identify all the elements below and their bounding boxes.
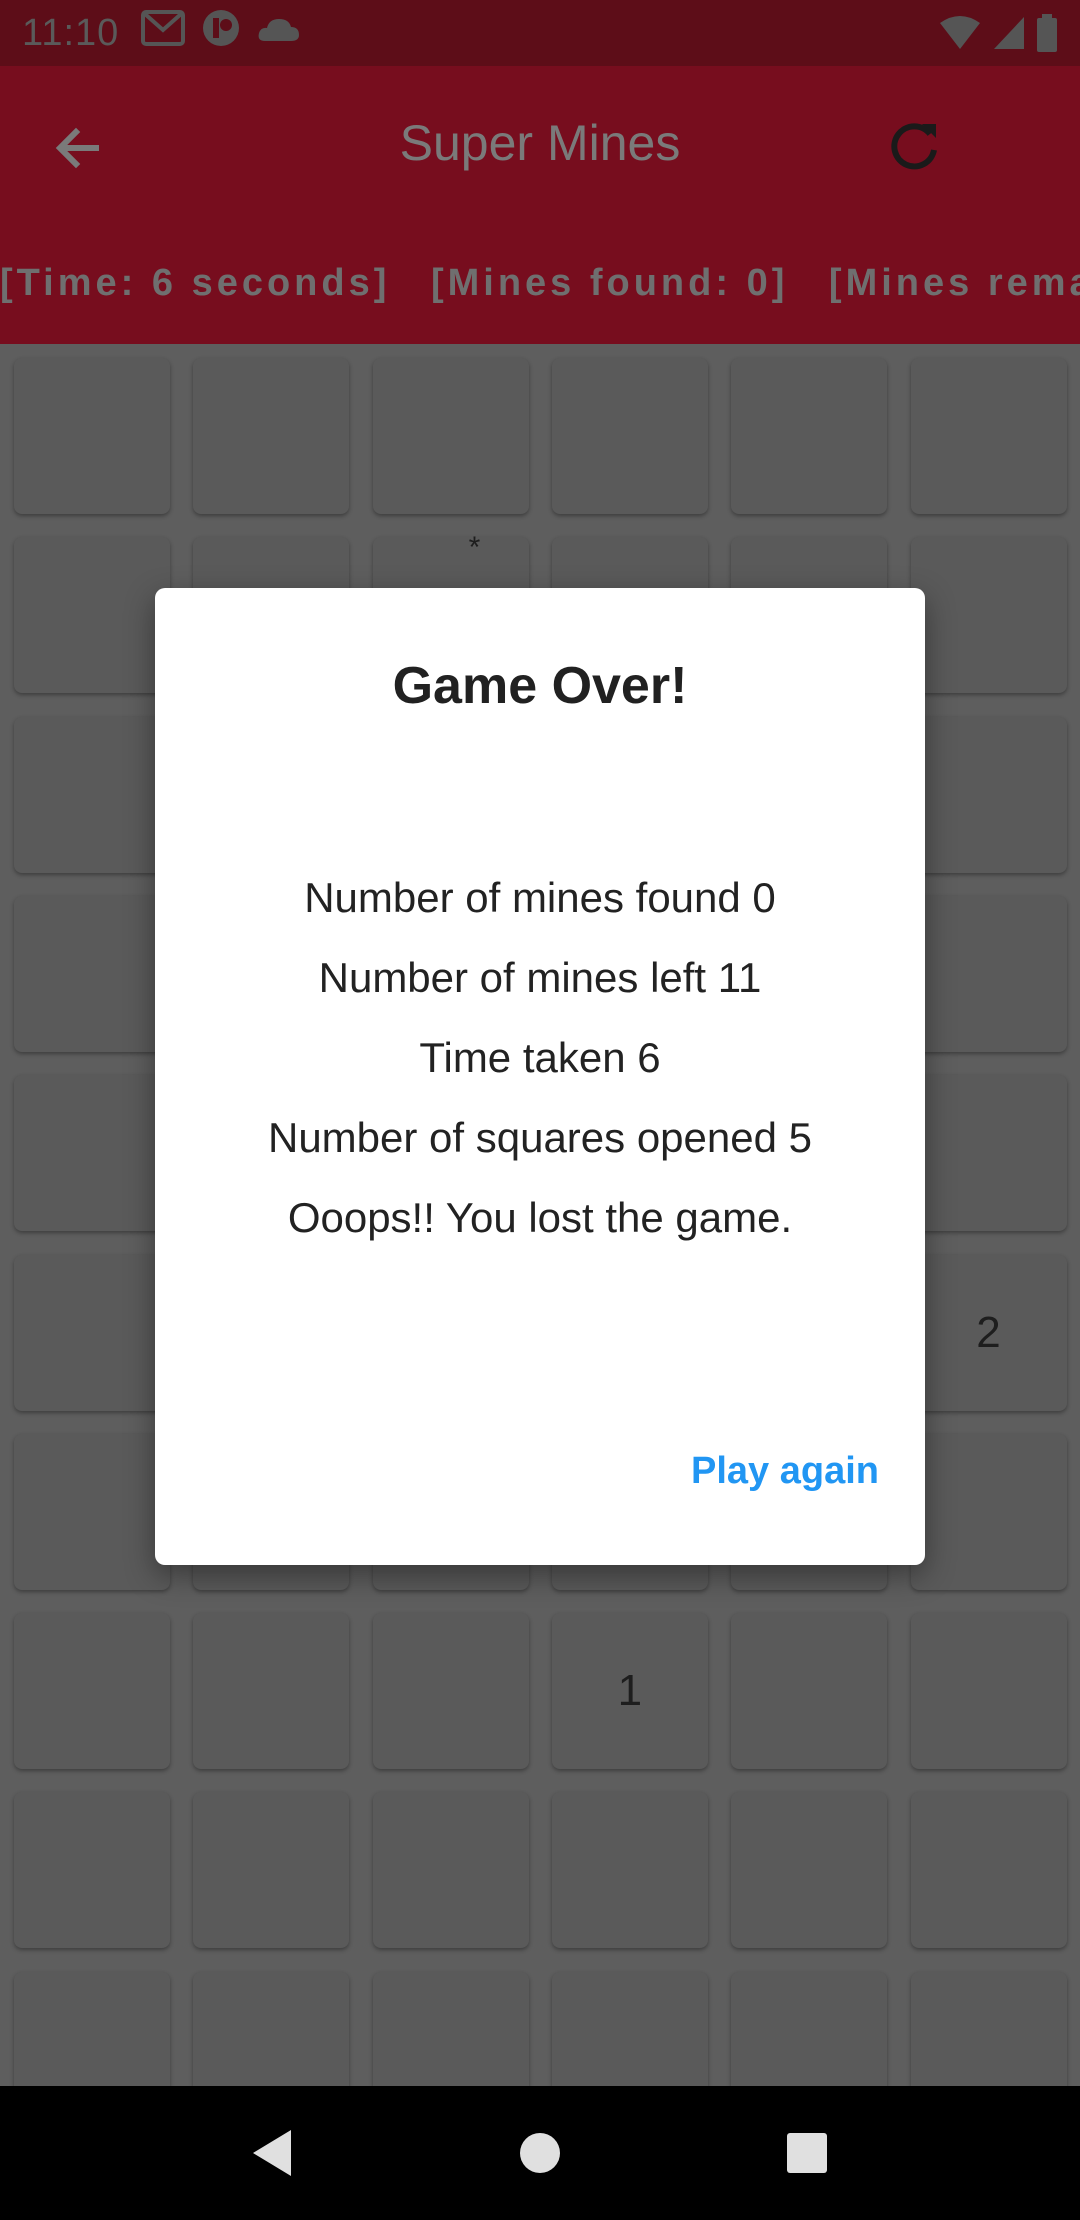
nav-back-icon[interactable] (243, 2123, 303, 2183)
system-nav-bar (0, 2086, 1080, 2220)
squares-opened-line: Number of squares opened 5 (267, 1114, 812, 1161)
screen: 11:10 Super Mines [Time: 6 seconds] [Min… (0, 0, 1080, 2220)
dialog-body: Number of mines found 0 Number of mines … (155, 858, 925, 1258)
nav-recents-icon[interactable] (777, 2123, 837, 2183)
mines-found-line: Number of mines found 0 (304, 874, 776, 921)
nav-home-icon[interactable] (510, 2123, 570, 2183)
game-over-dialog: Game Over! Number of mines found 0 Numbe… (155, 588, 925, 1565)
play-again-button[interactable]: Play again (691, 1450, 879, 1493)
mines-left-line: Number of mines left 11 (318, 954, 762, 1001)
result-message: Ooops!! You lost the game. (287, 1194, 793, 1241)
dialog-title: Game Over! (392, 657, 688, 715)
time-taken-line: Time taken 6 (419, 1034, 661, 1081)
